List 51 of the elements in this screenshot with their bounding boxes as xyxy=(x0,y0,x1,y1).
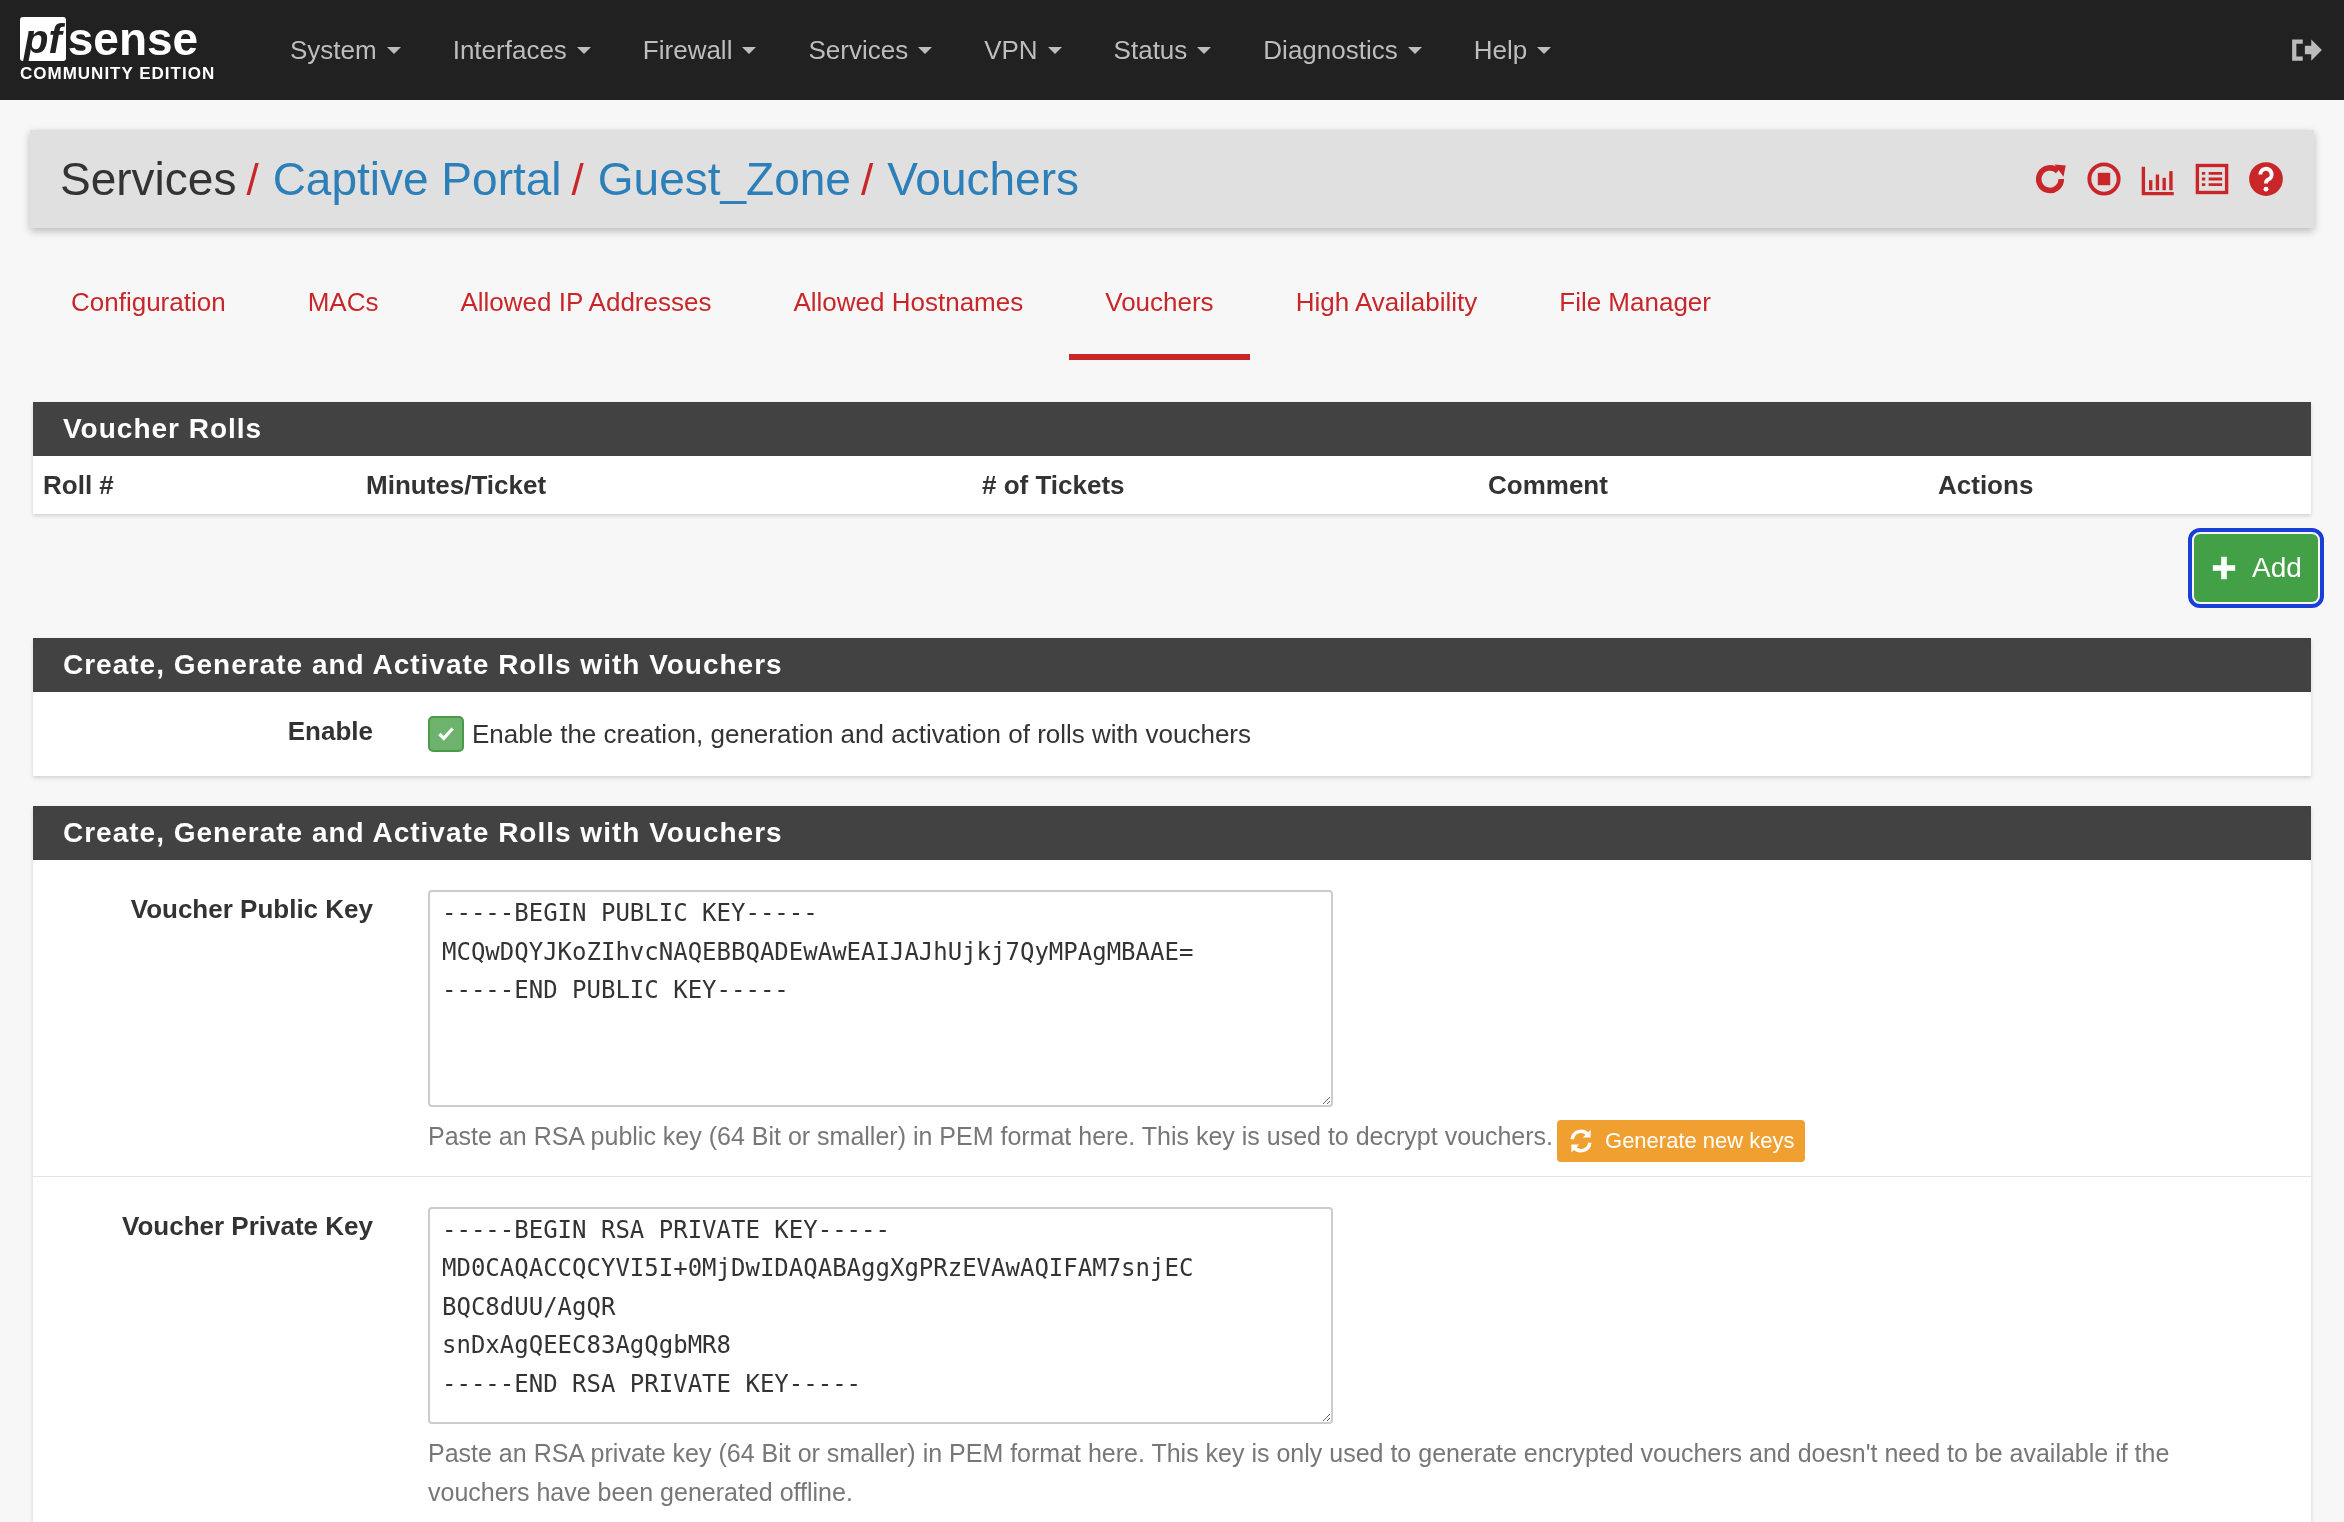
field-label: Voucher Public Key xyxy=(129,893,374,926)
breadcrumb-separator: / xyxy=(860,155,874,205)
column-header: # of Tickets xyxy=(982,469,1126,501)
tab[interactable]: Configuration xyxy=(35,250,262,360)
tab[interactable]: Allowed IP Addresses xyxy=(424,250,748,360)
nav-menu-item[interactable]: System xyxy=(290,26,401,74)
nav-menu-item[interactable]: VPN xyxy=(984,26,1062,74)
caret-icon xyxy=(1047,46,1062,54)
help-text: Paste an RSA private key (64 Bit or smaller) in PEM format here. This key is only used to generate encrypted vouchers and doesn't need to be available if the vouchers have been generated offline. xyxy=(428,1438,2170,1506)
caret-icon xyxy=(918,46,933,54)
panel-heading: Voucher Rolls xyxy=(33,402,2311,456)
tab[interactable]: File Manager xyxy=(1523,250,1747,360)
tab[interactable]: High Availability xyxy=(1259,250,1514,360)
breadcrumb-text: Services xyxy=(60,152,237,206)
field-label: Voucher Private Key xyxy=(121,1209,374,1243)
key-textarea[interactable]: -----BEGIN PUBLIC KEY----- MCQwDQYJKoZIhvcNAQEBBQADEwAwEAIJAJhUjkj7QyMPAgMBAAE= -----END PUBLIC KEY----- xyxy=(428,890,1333,1107)
panel-heading: Create, Generate and Activate Rolls with Vouchers xyxy=(33,806,2311,860)
nav-menu-item[interactable]: Firewall xyxy=(642,26,757,74)
help-icon[interactable] xyxy=(2248,161,2284,197)
enable-checkbox[interactable] xyxy=(428,716,464,752)
breadcrumb-separator: / xyxy=(246,155,259,205)
stop-icon[interactable] xyxy=(2086,161,2122,197)
column-header: Actions xyxy=(1938,469,2035,501)
column-header: Roll # xyxy=(43,469,115,501)
checkbox-label[interactable]: Enable the creation, generation and activation of rolls with vouchers xyxy=(472,718,1252,750)
caret-icon xyxy=(1197,46,1212,54)
logo-edition: COMMUNITY EDITION xyxy=(20,64,217,84)
logo-mark: pf xyxy=(20,17,66,61)
list-icon[interactable] xyxy=(2194,161,2230,197)
column-header: Comment xyxy=(1488,469,1609,501)
nav-menu-item[interactable]: Interfaces xyxy=(452,26,591,74)
logo-wordmark: sense xyxy=(67,16,199,62)
field-label: Enable xyxy=(286,716,374,748)
caret-icon xyxy=(1537,46,1552,54)
logo[interactable]: pfsense COMMUNITY EDITION xyxy=(20,16,235,84)
nav-menu-item[interactable]: Help xyxy=(1473,26,1552,74)
column-header: Minutes/Ticket xyxy=(366,469,548,501)
key-textarea[interactable]: -----BEGIN RSA PRIVATE KEY----- MD0CAQACCQCYVI5I+0MjDwIDAQABAggXgPRzEVAwAQIFAM7snjEC BQC8dUU/AgQR snDxAgQEEC83AgQgbMR8 -----END RSA PRIVATE KEY----- xyxy=(428,1206,1333,1424)
nav-menu-item[interactable]: Services xyxy=(808,26,933,74)
caret-icon xyxy=(1407,46,1422,54)
caret-icon xyxy=(576,46,591,54)
nav-menu-item[interactable]: Status xyxy=(1113,26,1212,74)
tab[interactable]: MACs xyxy=(271,250,415,360)
nav-menu-item[interactable]: Diagnostics xyxy=(1263,26,1422,74)
panel-heading: Create, Generate and Activate Rolls with Vouchers xyxy=(33,638,2311,692)
caret-icon xyxy=(742,46,757,54)
tab[interactable]: Vouchers xyxy=(1069,250,1250,360)
tab[interactable]: Allowed Hostnames xyxy=(757,250,1060,360)
caret-icon xyxy=(386,46,401,54)
breadcrumb-separator: / xyxy=(571,155,584,205)
help-text: Paste an RSA public key (64 Bit or smaller) in PEM format here. This key is used to decrypt vouchers. xyxy=(428,1122,1553,1150)
